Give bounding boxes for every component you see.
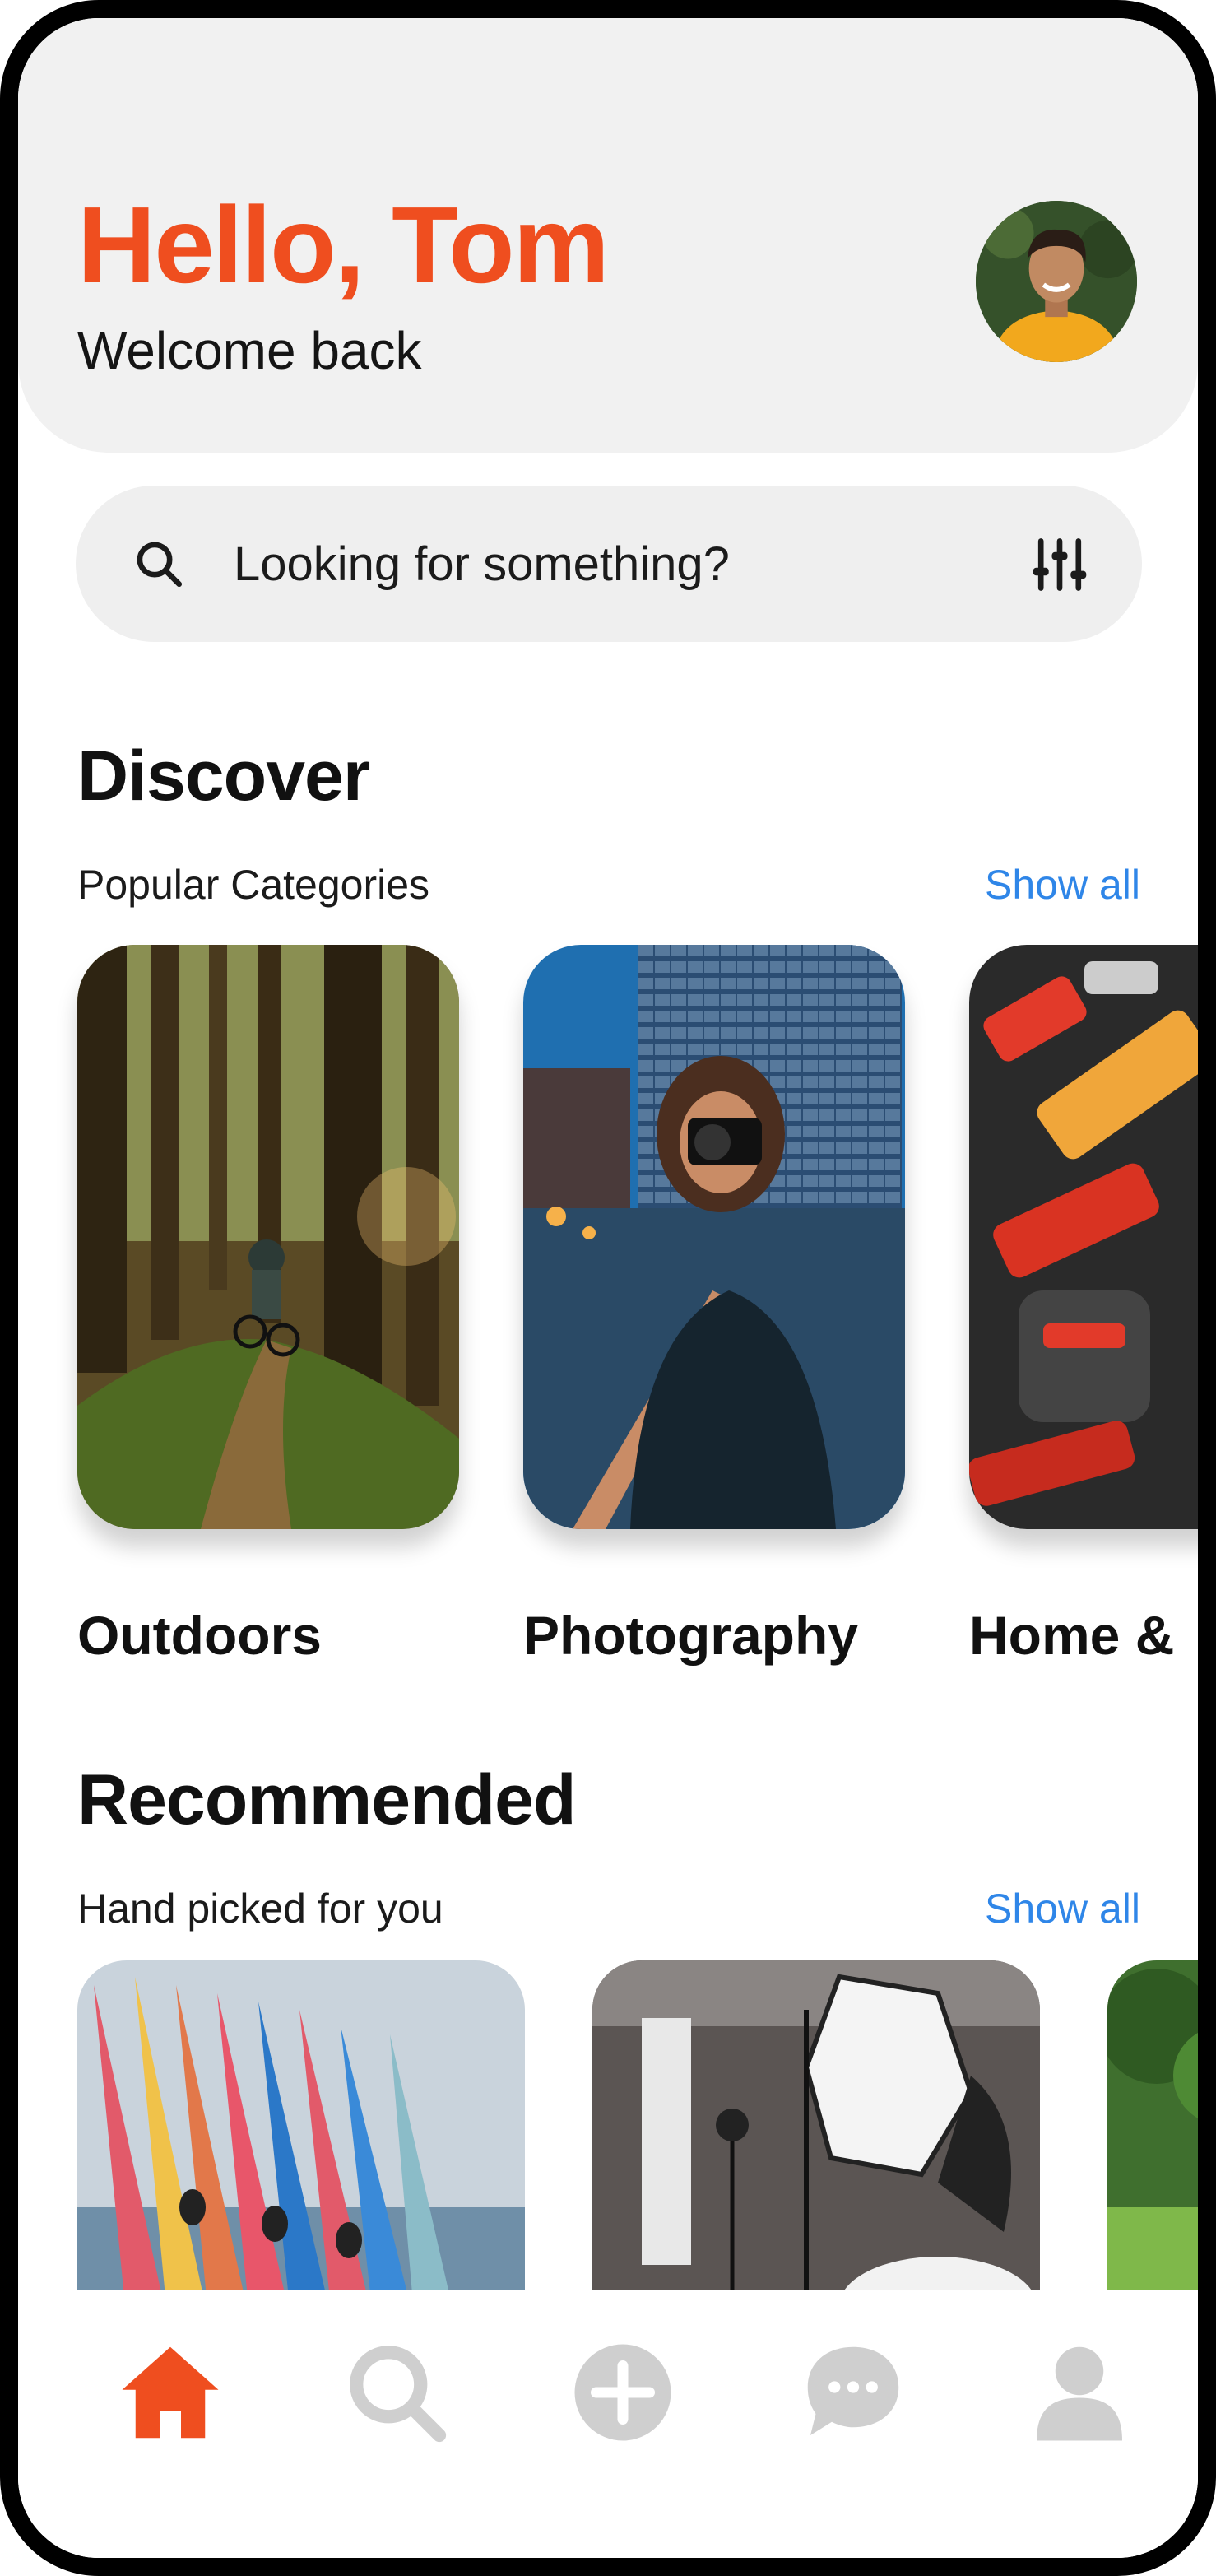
add-icon — [574, 2344, 671, 2441]
avatar-photo — [976, 201, 1137, 362]
discover-title: Discover — [77, 737, 370, 816]
search-bar[interactable] — [76, 486, 1142, 642]
tab-search[interactable] — [343, 2339, 450, 2446]
discover-show-all-link[interactable]: Show all — [985, 864, 1140, 905]
recommended-subtitle: Hand picked for you — [77, 1886, 443, 1932]
profile-icon — [1037, 2346, 1122, 2441]
tab-messages[interactable] — [800, 2339, 907, 2446]
search-icon — [137, 542, 183, 588]
discover-subtitle: Popular Categories — [77, 862, 430, 908]
tab-home[interactable] — [117, 2339, 224, 2446]
category-label-home: Home & — [969, 1605, 1175, 1666]
forest-image — [77, 945, 459, 1529]
photographer-image — [523, 945, 905, 1529]
greeting-subtitle: Welcome back — [77, 321, 422, 380]
category-label-photography: Photography — [523, 1605, 858, 1666]
search-icon — [350, 2346, 447, 2443]
recommended-card-studio[interactable] — [592, 1960, 1040, 2323]
tab-profile[interactable] — [1026, 2339, 1133, 2446]
recommended-title: Recommended — [77, 1760, 576, 1839]
greeting-title: Hello, Tom — [77, 184, 610, 305]
home-icon — [122, 2346, 219, 2439]
greeting-header: Hello, Tom Welcome back — [18, 18, 1198, 453]
avatar[interactable] — [976, 201, 1137, 362]
search-input[interactable] — [234, 528, 974, 599]
recommended-card-kayaks[interactable] — [77, 1960, 525, 2323]
recommended-card-garden[interactable] — [1107, 1960, 1198, 2323]
category-card-photography[interactable] — [523, 945, 905, 1529]
tab-add[interactable] — [569, 2339, 676, 2446]
bottom-tab-bar — [18, 2290, 1198, 2558]
category-card-home[interactable] — [969, 945, 1198, 1529]
recommended-show-all-link[interactable]: Show all — [985, 1888, 1140, 1929]
phone-frame: Hello, Tom Welcome back Looking for some… — [0, 0, 1216, 2576]
sliders-icon[interactable] — [1028, 533, 1091, 596]
home-screen: Hello, Tom Welcome back Looking for some… — [18, 18, 1198, 2558]
studio-image — [592, 1960, 1040, 2323]
tools-image — [969, 945, 1198, 1529]
category-card-outdoors[interactable] — [77, 945, 459, 1529]
kayaks-image — [77, 1960, 525, 2323]
garden-image — [1107, 1960, 1198, 2323]
category-label-outdoors: Outdoors — [77, 1605, 322, 1666]
chat-icon — [807, 2346, 899, 2435]
